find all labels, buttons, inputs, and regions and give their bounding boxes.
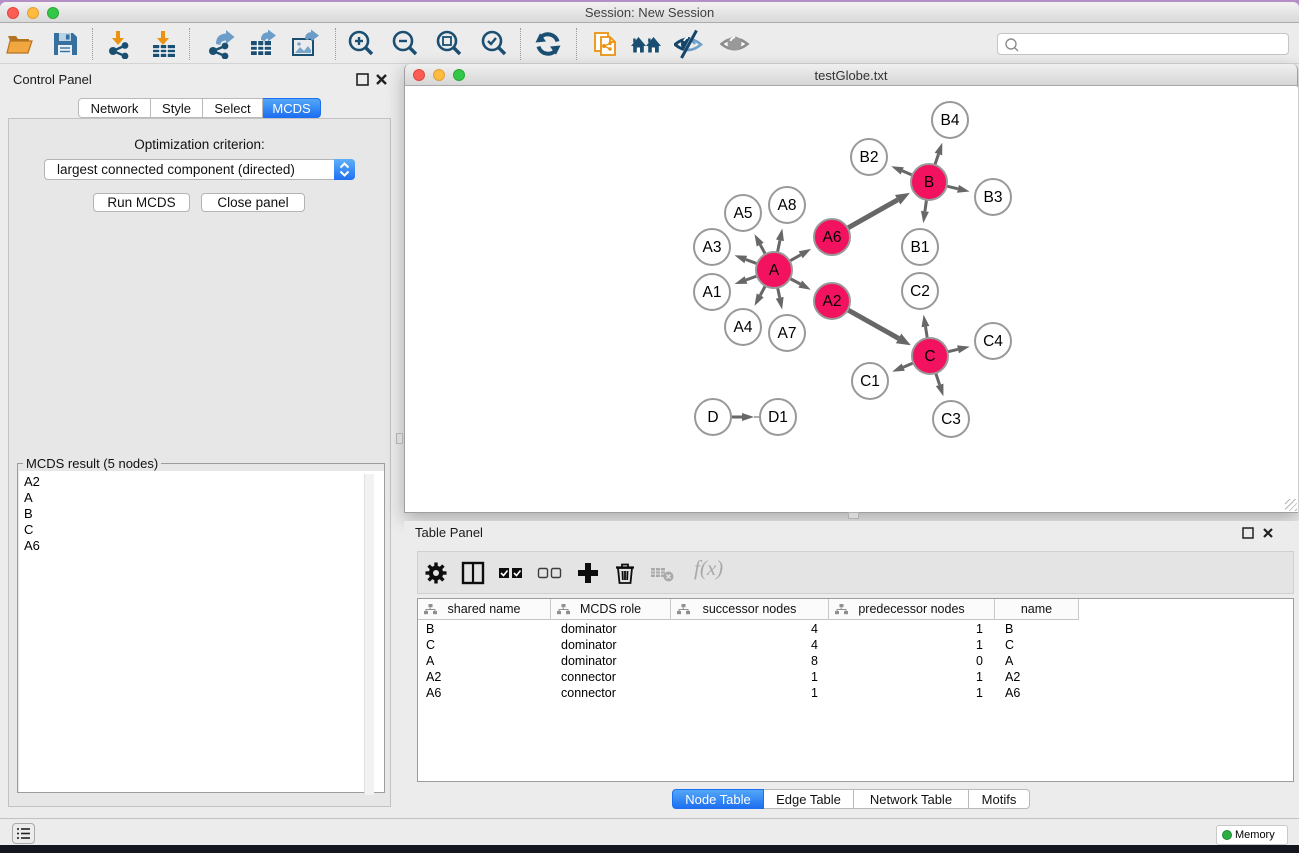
svg-text:C3: C3 <box>941 411 961 428</box>
svg-text:C1: C1 <box>860 373 880 390</box>
svg-text:A6: A6 <box>823 229 842 246</box>
svg-text:A4: A4 <box>734 319 753 336</box>
svg-text:B1: B1 <box>911 239 930 256</box>
svg-text:B4: B4 <box>941 112 960 129</box>
svg-text:A: A <box>769 262 780 279</box>
svg-text:C2: C2 <box>910 283 930 300</box>
svg-text:C: C <box>924 348 935 365</box>
svg-text:B2: B2 <box>860 149 879 166</box>
svg-text:B3: B3 <box>984 189 1003 206</box>
svg-text:D: D <box>707 409 718 426</box>
svg-text:A7: A7 <box>778 325 797 342</box>
svg-text:A2: A2 <box>823 293 842 310</box>
svg-text:A3: A3 <box>703 239 722 256</box>
svg-text:D1: D1 <box>768 409 788 426</box>
svg-text:A1: A1 <box>703 284 722 301</box>
svg-text:A8: A8 <box>778 197 797 214</box>
svg-text:C4: C4 <box>983 333 1003 350</box>
svg-text:B: B <box>924 174 934 191</box>
svg-text:A5: A5 <box>734 205 753 222</box>
